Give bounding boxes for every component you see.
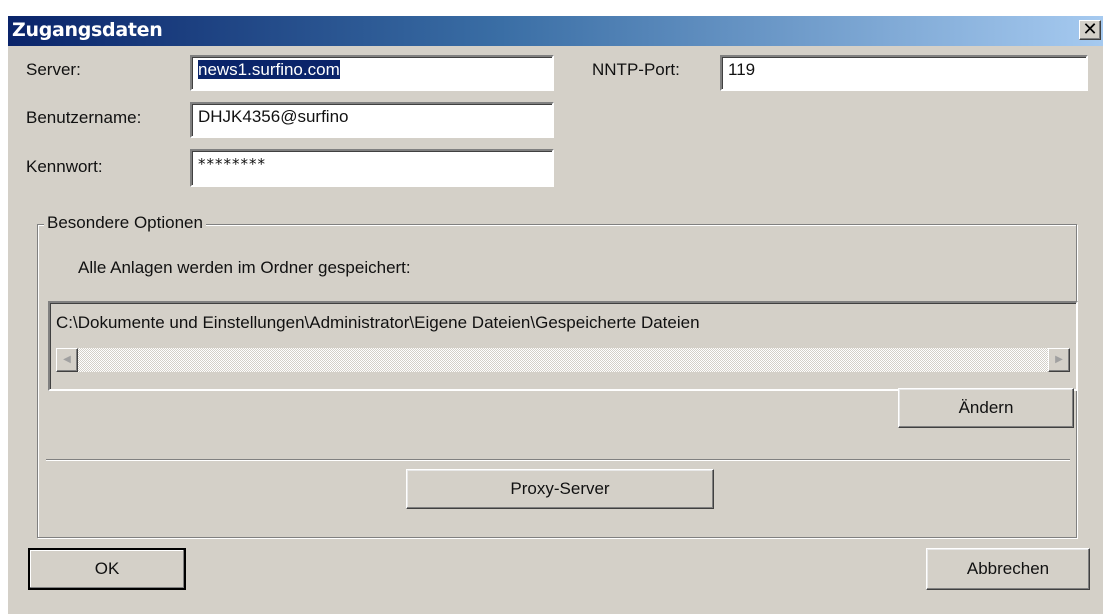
change-folder-button[interactable]: Ändern — [898, 388, 1074, 428]
username-input[interactable]: DHJK4356@surfino — [190, 102, 554, 138]
attachments-path: C:\Dokumente und Einstellungen\Administr… — [56, 313, 700, 332]
nntp-port-value: 119 — [728, 60, 756, 79]
change-folder-button-label: Ändern — [958, 398, 1014, 417]
password-value: ******** — [198, 155, 266, 173]
nntp-port-label: NNTP-Port: — [592, 60, 680, 79]
username-value: DHJK4356@surfino — [198, 107, 349, 126]
ok-button-label: OK — [94, 559, 120, 578]
password-label: Kennwort: — [26, 157, 103, 176]
separator-line — [46, 459, 1070, 461]
attachments-folder-label: Alle Anlagen werden im Ordner gespeicher… — [78, 258, 411, 277]
scroll-left-arrow-icon: ◀ — [63, 354, 71, 365]
special-options-label: Besondere Optionen — [44, 213, 206, 233]
dialog-title: Zugangsdaten — [12, 19, 163, 41]
close-icon: ✕ — [1082, 19, 1098, 40]
access-data-dialog: Zugangsdaten ✕ Server: news1.surfino.com… — [8, 16, 1103, 614]
server-value: news1.surfino.com — [198, 60, 340, 79]
nntp-port-input[interactable]: 119 — [720, 55, 1088, 91]
title-bar[interactable]: Zugangsdaten ✕ — [8, 16, 1103, 46]
scroll-left-button[interactable]: ◀ — [56, 348, 78, 372]
attachments-path-box: C:\Dokumente und Einstellungen\Administr… — [48, 301, 1078, 391]
proxy-server-button-label: Proxy-Server — [510, 479, 610, 498]
scroll-right-arrow-icon: ▶ — [1055, 354, 1063, 365]
proxy-server-button[interactable]: Proxy-Server — [406, 469, 714, 509]
cancel-button-label: Abbrechen — [966, 559, 1050, 578]
server-label: Server: — [26, 60, 81, 79]
password-input[interactable]: ******** — [190, 149, 554, 187]
horizontal-scrollbar[interactable]: ◀ ▶ — [56, 348, 1070, 372]
ok-button[interactable]: OK — [28, 548, 186, 590]
scroll-right-button[interactable]: ▶ — [1048, 348, 1070, 372]
close-button[interactable]: ✕ — [1079, 20, 1101, 40]
server-input[interactable]: news1.surfino.com — [190, 55, 554, 91]
username-label: Benutzername: — [26, 108, 142, 127]
cancel-button[interactable]: Abbrechen — [926, 548, 1090, 590]
